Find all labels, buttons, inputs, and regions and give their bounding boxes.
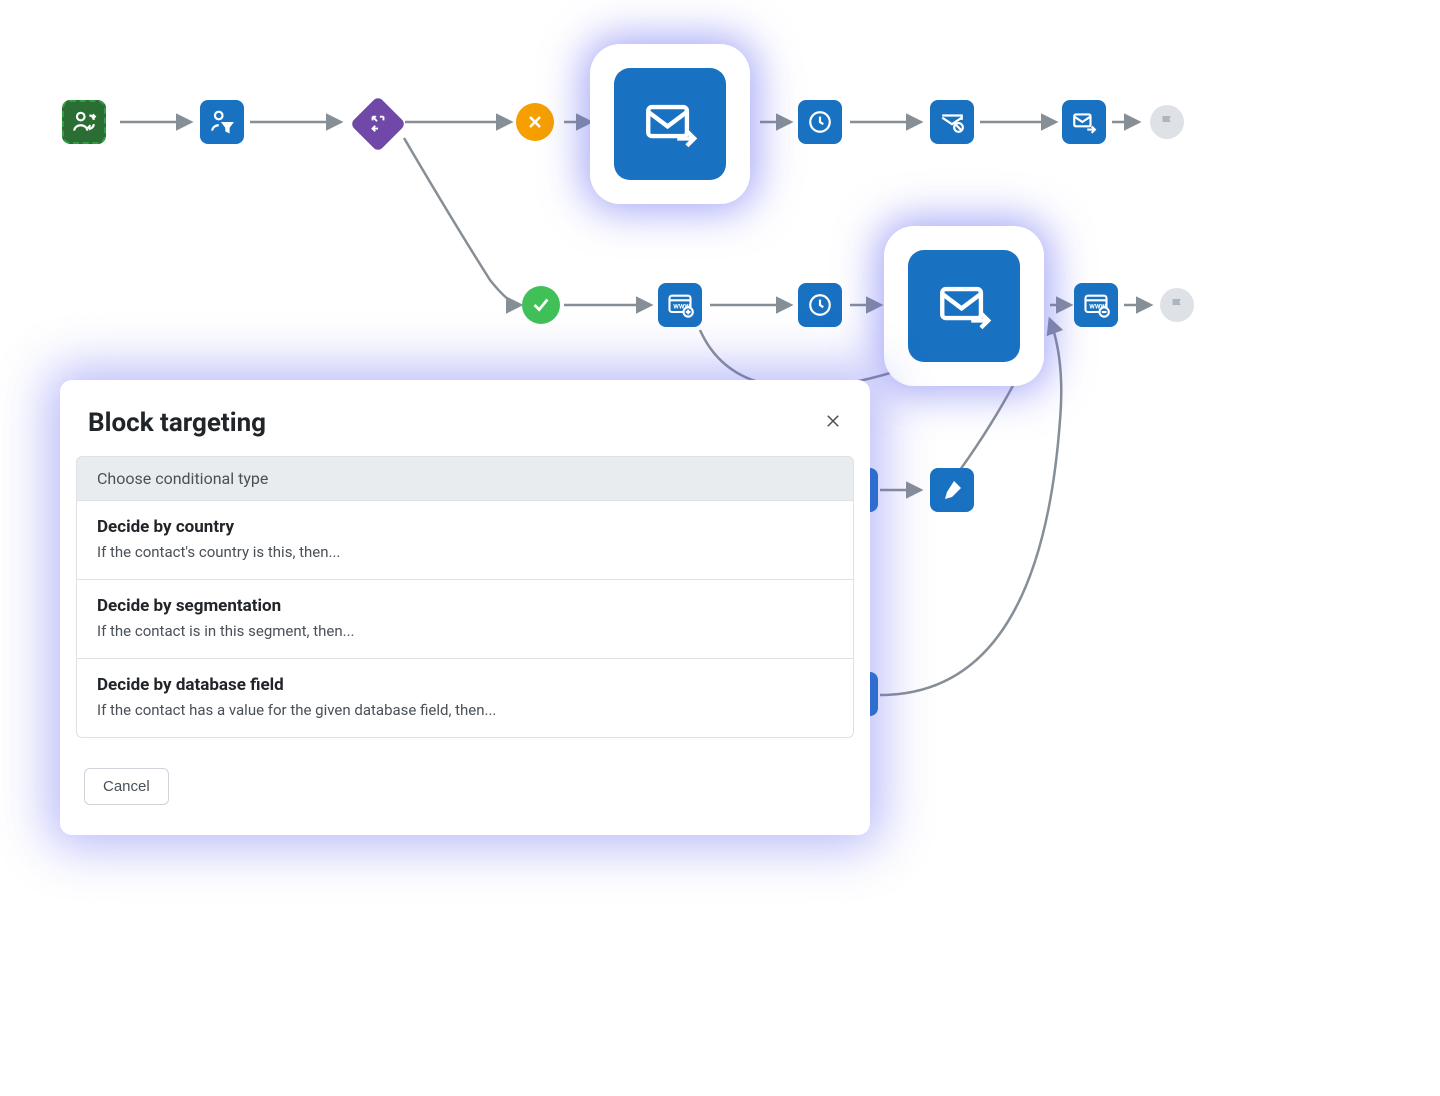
decision-split-icon (367, 113, 389, 135)
wait-clock-node-2[interactable] (798, 283, 842, 327)
workflow-canvas[interactable]: WWW WWW (0, 0, 1440, 1096)
option-desc: If the contact has a value for the given… (97, 701, 833, 719)
email-send-large-1[interactable] (590, 44, 750, 204)
email-send-icon (641, 95, 699, 153)
x-fail-badge[interactable] (516, 103, 554, 141)
modal-close-button[interactable] (824, 410, 842, 436)
flag-icon (1158, 113, 1176, 131)
close-icon (824, 412, 842, 430)
clock-icon (807, 109, 833, 135)
x-icon (525, 112, 545, 132)
flag-icon (1168, 296, 1186, 314)
contact-filter-icon (209, 109, 235, 135)
wait-clock-node-1[interactable] (798, 100, 842, 144)
email-send-large-2[interactable] (884, 226, 1044, 386)
option-title: Decide by country (97, 517, 833, 537)
www-add-node[interactable]: WWW (658, 283, 702, 327)
end-flag-1[interactable] (1150, 105, 1184, 139)
option-desc: If the contact's country is this, then..… (97, 543, 833, 561)
option-decide-by-country[interactable]: Decide by country If the contact's count… (76, 501, 854, 580)
modal-title: Block targeting (88, 408, 266, 438)
email-send-small-node[interactable] (1062, 100, 1106, 144)
option-decide-by-segmentation[interactable]: Decide by segmentation If the contact is… (76, 580, 854, 659)
option-title: Decide by segmentation (97, 596, 833, 616)
email-cancel-icon (939, 109, 965, 135)
tag-pen-icon (940, 478, 964, 502)
edit-tag-node[interactable] (930, 468, 974, 512)
www-remove-icon: WWW (1082, 291, 1110, 319)
clock-icon (807, 292, 833, 318)
contact-sync-icon (71, 109, 97, 135)
block-targeting-modal: Block targeting Choose conditional type … (60, 380, 870, 835)
contact-filter-node[interactable] (200, 100, 244, 144)
option-desc: If the contact is in this segment, then.… (97, 622, 833, 640)
email-send-icon (935, 277, 993, 335)
decision-split-node[interactable] (350, 96, 407, 153)
cancel-button[interactable]: Cancel (84, 768, 169, 805)
modal-group-header: Choose conditional type (76, 456, 854, 501)
option-title: Decide by database field (97, 675, 833, 695)
check-pass-badge[interactable] (522, 286, 560, 324)
check-icon (530, 294, 552, 316)
email-cancel-node[interactable] (930, 100, 974, 144)
start-contact-sync-node[interactable] (62, 100, 106, 144)
email-send-icon (1071, 109, 1097, 135)
www-remove-node[interactable]: WWW (1074, 283, 1118, 327)
end-flag-2[interactable] (1160, 288, 1194, 322)
option-decide-by-database-field[interactable]: Decide by database field If the contact … (76, 659, 854, 738)
www-add-icon: WWW (666, 291, 694, 319)
